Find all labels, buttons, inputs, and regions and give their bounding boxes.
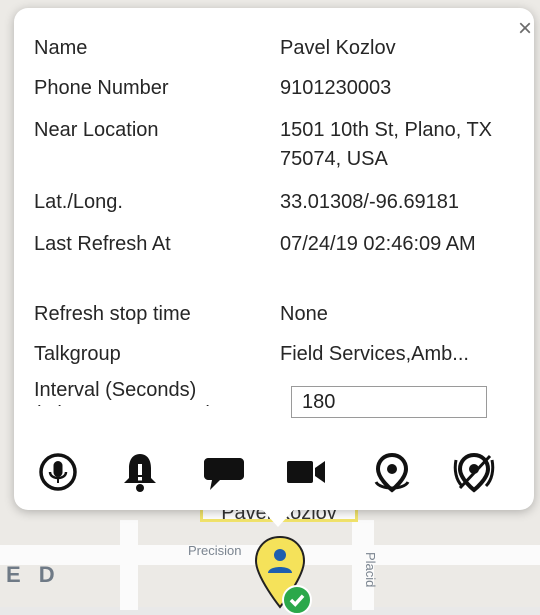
popup-pointer	[258, 505, 298, 527]
microphone-icon[interactable]	[36, 450, 80, 494]
field-label: Talkgroup	[34, 343, 121, 365]
field-label: Refresh stop time	[34, 303, 191, 325]
field-label: Lat./Long.	[34, 191, 123, 213]
field-value: Pavel Kozlov	[280, 37, 396, 59]
popup-content: Name Pavel Kozlov Phone Number 910123000…	[14, 34, 534, 406]
alert-bell-icon[interactable]	[118, 450, 162, 494]
location-refresh-icon[interactable]	[370, 450, 414, 494]
interval-label: Interval (Seconds) (Min:180 - Max:900)	[34, 379, 213, 406]
field-value: 07/24/19 02:46:09 AM	[280, 233, 476, 255]
field-value: 9101230003	[280, 77, 392, 99]
field-label: Last Refresh At	[34, 233, 171, 255]
street-label: Precision	[188, 543, 242, 558]
interval-input[interactable]	[291, 386, 487, 418]
location-stop-refresh-icon[interactable]	[452, 450, 496, 494]
message-icon[interactable]	[202, 450, 246, 494]
field-label: Phone Number	[34, 77, 169, 99]
action-toolbar	[14, 440, 534, 496]
vertical-street-label: Placid	[363, 552, 378, 588]
video-camera-icon[interactable]	[284, 450, 328, 494]
field-value: Field Services,Amb...	[280, 343, 469, 365]
user-info-popup: × Name Pavel Kozlov Phone Number 9101230…	[14, 8, 534, 510]
field-label: Name	[34, 37, 88, 59]
road	[120, 520, 138, 610]
online-check-icon	[282, 585, 312, 615]
field-value: 1501 10th St, Plano, TX 75074, USA	[280, 119, 493, 170]
field-label: Near Location	[34, 119, 159, 141]
field-value: 33.01308/-96.69181	[280, 191, 460, 213]
district-label: E D	[6, 562, 61, 587]
field-value: None	[280, 303, 328, 325]
